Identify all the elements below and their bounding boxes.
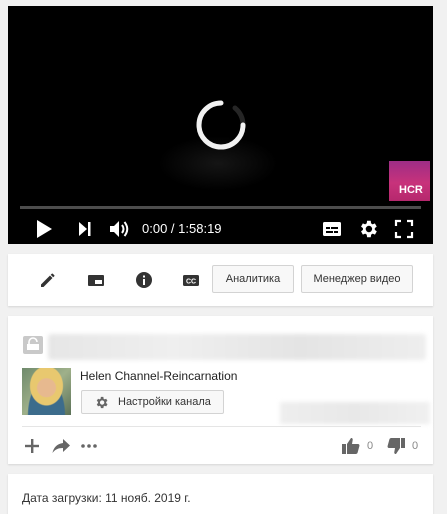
video-details-card: Дата загрузки: 11 нояб. 2019 г. [8,474,433,514]
divider [22,426,421,427]
loading-spinner-icon [196,100,246,150]
channel-name[interactable]: Helen Channel-Reincarnation [80,369,237,383]
privacy-icon [23,336,43,354]
progress-bar[interactable] [20,206,421,209]
channel-settings-button[interactable]: Настройки канала [81,390,224,414]
more-icon[interactable] [79,437,99,455]
volume-icon[interactable] [108,218,132,240]
video-actions-bar: CC Аналитика Менеджер видео [8,254,433,306]
gear-icon [96,396,108,409]
pencil-icon[interactable] [38,270,58,290]
time-display: 0:00 / 1:58:19 [142,221,222,236]
next-icon[interactable] [76,218,94,240]
svg-text:CC: CC [186,279,196,286]
video-player[interactable]: HCR 0:00 / 1:58:19 [8,6,433,244]
duration: 1:58:19 [178,221,222,236]
fullscreen-icon[interactable] [394,218,414,240]
video-manager-button[interactable]: Менеджер видео [301,265,413,293]
info-icon[interactable] [134,270,154,290]
add-icon[interactable] [23,437,41,455]
channel-watermark-logo[interactable]: HCR [389,161,430,201]
channel-settings-label: Настройки канала [118,396,211,408]
current-time: 0:00 [142,221,168,236]
channel-card: Helen Channel-Reincarnation Настройки ка… [8,316,433,464]
analytics-button[interactable]: Аналитика [212,265,294,293]
share-icon[interactable] [51,437,71,455]
player-controls: 0:00 / 1:58:19 [8,214,433,244]
blurred-video-title [48,334,426,360]
dislike-count: 0 [412,440,419,452]
settings-gear-icon[interactable] [357,218,379,240]
dislike-icon[interactable] [386,437,406,455]
card-icon[interactable] [86,270,106,290]
play-icon[interactable] [34,218,54,240]
like-count: 0 [367,440,374,452]
blurred-subscriber-info [280,402,430,424]
upload-date: Дата загрузки: 11 нояб. 2019 г. [22,491,191,505]
watermark-text: HCR [399,184,423,196]
cc-icon[interactable]: CC [181,270,201,290]
subtitles-icon[interactable] [321,218,343,240]
like-icon[interactable] [341,437,361,455]
avatar[interactable] [22,368,71,415]
time-separator: / [167,221,179,236]
